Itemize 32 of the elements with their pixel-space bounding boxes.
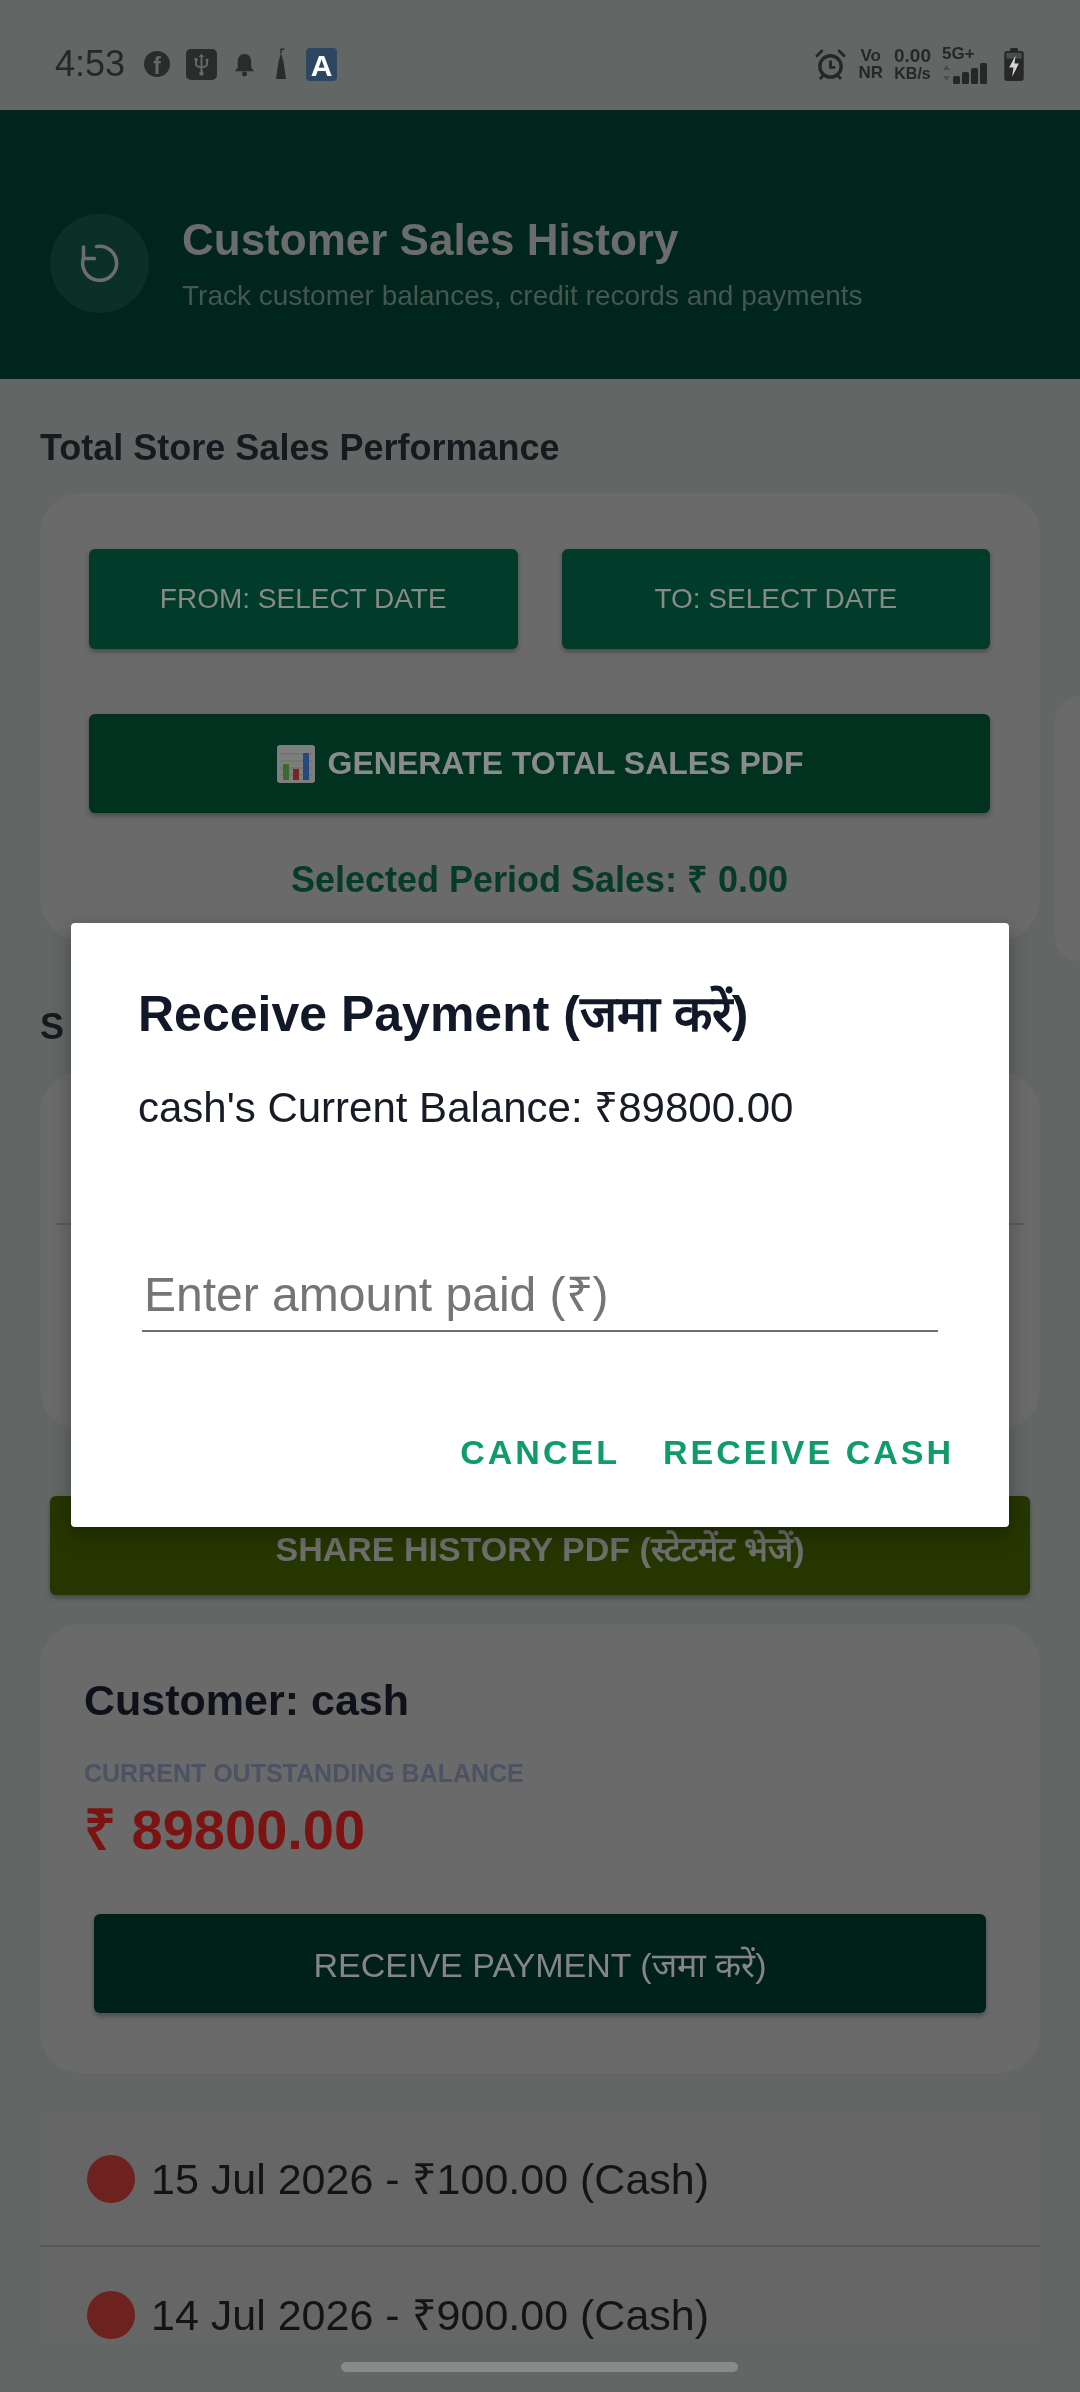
dialog-title: Receive Payment (जमा करें) <box>138 984 749 1044</box>
to-date-button[interactable]: TO: SELECT DATE <box>561 549 990 649</box>
section-heading: S <box>40 1007 64 1047</box>
app-icon: A <box>306 47 338 81</box>
balance-message: cash's Current Balance: ₹89800.00 <box>138 1083 794 1133</box>
section-heading: Total Store Sales Performance <box>40 428 560 468</box>
history-entry-text: 15 Jul 2026 - ₹100.00 (Cash) <box>151 2153 710 2204</box>
data-speed-value: 0.00 <box>894 45 931 65</box>
cancel-button[interactable]: CANCEL <box>460 1430 620 1474</box>
history-entry-text: 14 Jul 2026 - ₹900.00 (Cash) <box>151 2290 710 2340</box>
header-subtitle: Track customer balances, credit records and payments <box>182 278 863 313</box>
network-generation-label: 5G+ <box>942 44 975 62</box>
social-app-icon: f <box>144 51 171 77</box>
bar-chart-icon <box>275 743 316 784</box>
period-sales-total: Selected Period Sales: ₹ 0.00 <box>290 860 789 900</box>
refresh-icon[interactable] <box>50 214 149 313</box>
status-time: 4:53 <box>55 44 126 84</box>
receive-cash-button[interactable]: RECEIVE CASH <box>662 1430 954 1474</box>
alarm-icon <box>814 47 848 81</box>
usb-icon <box>186 48 218 80</box>
data-speed-unit: KB/s <box>894 64 931 83</box>
battery-icon <box>1003 47 1025 81</box>
balance-amount: ₹ 89800.00 <box>84 1798 366 1862</box>
receive-payment-button[interactable]: RECEIVE PAYMENT (जमा करें) <box>94 1914 986 2013</box>
generate-pdf-button[interactable]: GENERATE TOTAL SALES PDF <box>89 714 990 813</box>
network-label: NR <box>858 64 883 81</box>
customer-name-title: Customer: cash <box>84 1675 409 1725</box>
bell-icon <box>233 51 257 77</box>
amount-input[interactable]: Enter amount paid (₹) <box>142 1266 938 1332</box>
network-label: Vo <box>860 47 881 64</box>
from-date-button[interactable]: FROM: SELECT DATE <box>89 549 518 649</box>
header-title: Customer Sales History <box>182 214 679 265</box>
